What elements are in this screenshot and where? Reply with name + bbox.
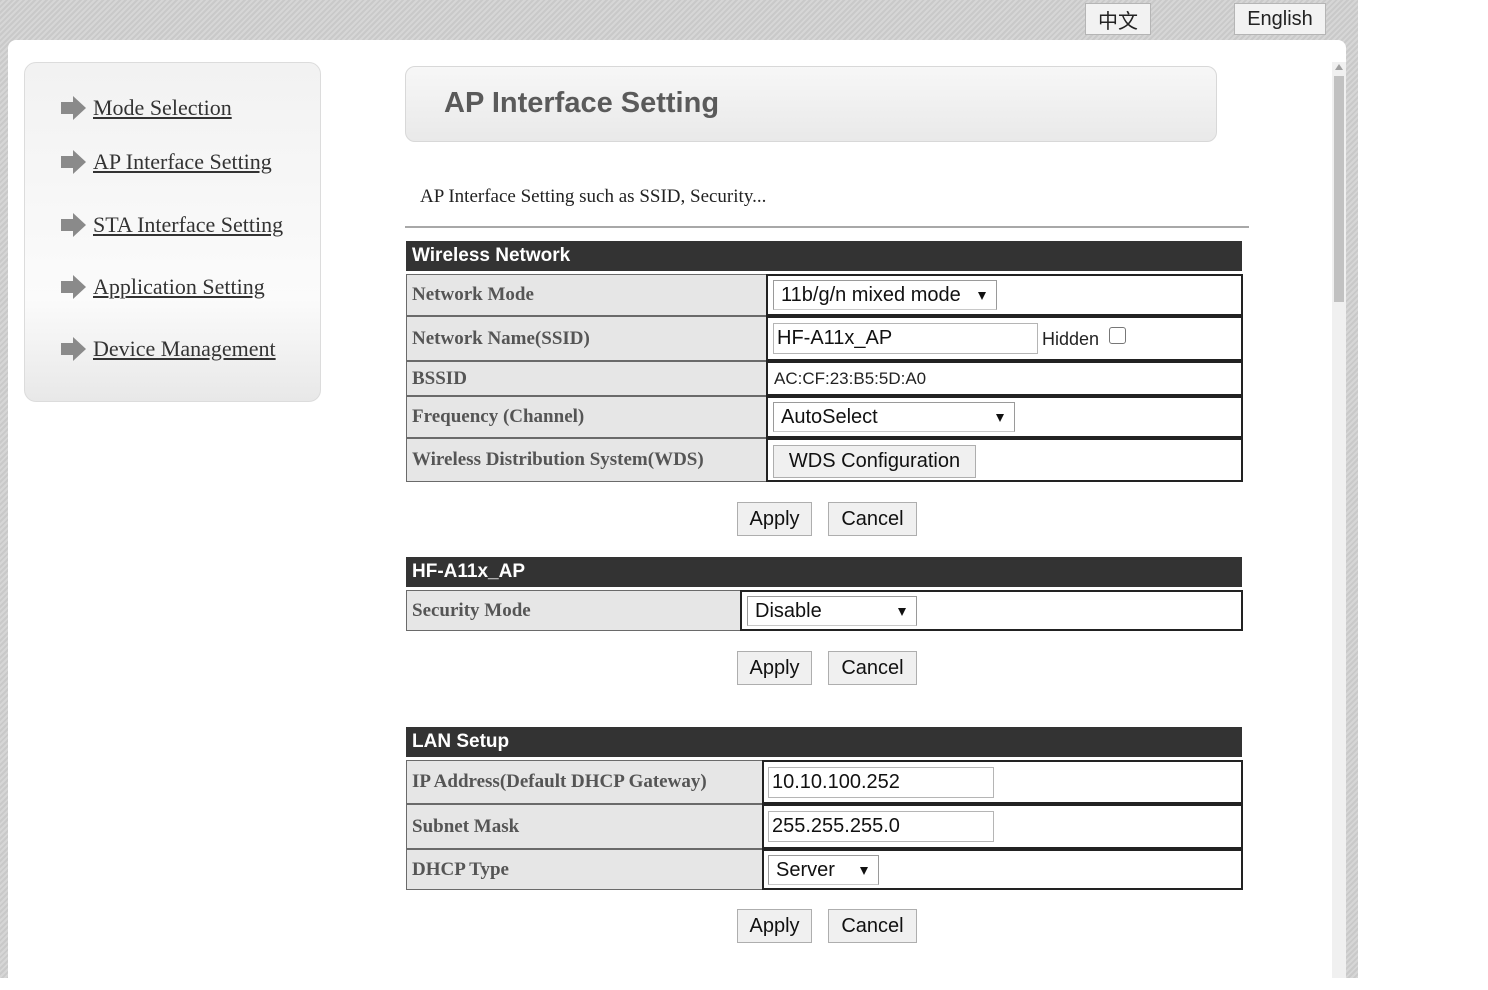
chevron-down-icon xyxy=(860,867,868,875)
sidebar-item-label: Mode Selection xyxy=(93,95,232,120)
section-header-wireless: Wireless Network xyxy=(406,241,1242,271)
row-network-mode: Network Mode 11b/g/n mixed mode xyxy=(406,274,1243,316)
sidebar-item-sta-interface-setting[interactable]: STA Interface Setting xyxy=(61,212,283,238)
row-ssid: Network Name(SSID) HF-A11x_AP Hidden xyxy=(406,316,1243,361)
hidden-label: Hidden xyxy=(1042,329,1100,349)
scrollbar-thumb[interactable] xyxy=(1334,76,1344,302)
section-header-lan: LAN Setup xyxy=(406,727,1242,757)
network-mode-cell: 11b/g/n mixed mode xyxy=(766,274,1243,316)
wds-label: Wireless Distribution System(WDS) xyxy=(406,438,768,482)
sidebar-item-label: Device Management xyxy=(93,336,276,361)
security-mode-cell: Disable xyxy=(740,590,1243,631)
frequency-select[interactable]: AutoSelect xyxy=(773,402,1015,432)
security-mode-select[interactable]: Disable xyxy=(747,596,917,626)
cancel-button[interactable]: Cancel xyxy=(828,651,917,685)
subnet-mask-cell: 255.255.255.0 xyxy=(762,804,1243,849)
ssid-input[interactable]: HF-A11x_AP xyxy=(773,323,1038,354)
apply-button[interactable]: Apply xyxy=(737,651,812,685)
page-description: AP Interface Setting such as SSID, Secur… xyxy=(420,186,767,207)
row-bssid: BSSID AC:CF:23:B5:5D:A0 xyxy=(406,361,1243,396)
chevron-down-icon xyxy=(996,414,1004,422)
arrow-right-icon xyxy=(61,213,87,237)
sidebar-item-label: STA Interface Setting xyxy=(93,212,284,237)
security-mode-label: Security Mode xyxy=(406,590,742,631)
row-ip-address: IP Address(Default DHCP Gateway) 10.10.1… xyxy=(406,760,1243,804)
frequency-value: AutoSelect xyxy=(781,405,878,428)
bssid-value: AC:CF:23:B5:5D:A0 xyxy=(774,369,927,388)
dhcp-type-cell: Server xyxy=(762,849,1243,890)
row-frequency: Frequency (Channel) AutoSelect xyxy=(406,396,1243,438)
ssid-cell: HF-A11x_AP Hidden xyxy=(766,316,1243,361)
lang-chinese-button[interactable]: 中文 xyxy=(1085,3,1151,35)
cancel-button[interactable]: Cancel xyxy=(828,502,917,536)
apply-button[interactable]: Apply xyxy=(737,502,812,536)
ip-address-cell: 10.10.100.252 xyxy=(762,760,1243,804)
subnet-mask-label: Subnet Mask xyxy=(406,804,764,849)
arrow-right-icon xyxy=(61,337,87,361)
sidebar-item-label: Application Setting xyxy=(93,274,265,299)
row-security-mode: Security Mode Disable xyxy=(406,590,1243,631)
row-dhcp-type: DHCP Type Server xyxy=(406,849,1243,890)
sidebar-item-mode-selection[interactable]: Mode Selection xyxy=(61,95,232,121)
subnet-mask-input[interactable]: 255.255.255.0 xyxy=(768,811,994,842)
sidebar-nav: Mode Selection AP Interface Setting STA … xyxy=(24,62,321,402)
dhcp-type-label: DHCP Type xyxy=(406,849,764,890)
network-mode-select[interactable]: 11b/g/n mixed mode xyxy=(773,280,997,310)
page-title: AP Interface Setting xyxy=(444,87,720,119)
scroll-up-arrow-icon[interactable] xyxy=(1335,64,1343,70)
sidebar-item-label: AP Interface Setting xyxy=(93,149,272,174)
ip-address-label: IP Address(Default DHCP Gateway) xyxy=(406,760,764,804)
row-subnet-mask: Subnet Mask 255.255.255.0 xyxy=(406,804,1243,849)
hidden-checkbox[interactable] xyxy=(1109,327,1126,344)
dhcp-type-value: Server xyxy=(776,858,835,881)
sidebar-item-ap-interface-setting[interactable]: AP Interface Setting xyxy=(61,149,272,175)
bssid-label: BSSID xyxy=(406,361,768,396)
sidebar-item-application-setting[interactable]: Application Setting xyxy=(61,274,265,300)
arrow-right-icon xyxy=(61,96,87,120)
bssid-cell: AC:CF:23:B5:5D:A0 xyxy=(766,361,1243,396)
page-title-box: AP Interface Setting xyxy=(405,66,1217,142)
chevron-down-icon xyxy=(978,292,986,300)
apply-button[interactable]: Apply xyxy=(737,909,812,943)
network-mode-value: 11b/g/n mixed mode xyxy=(781,283,961,306)
dhcp-type-select[interactable]: Server xyxy=(768,855,879,885)
vertical-scrollbar[interactable] xyxy=(1332,62,1346,978)
arrow-right-icon xyxy=(61,150,87,174)
section-header-security: HF-A11x_AP xyxy=(406,557,1242,587)
row-wds: Wireless Distribution System(WDS) WDS Co… xyxy=(406,438,1243,482)
security-mode-value: Disable xyxy=(755,599,822,622)
sidebar-item-device-management[interactable]: Device Management xyxy=(61,336,276,362)
ssid-label: Network Name(SSID) xyxy=(406,316,768,361)
chevron-down-icon xyxy=(898,608,906,616)
lang-english-button[interactable]: English xyxy=(1234,3,1326,35)
frequency-cell: AutoSelect xyxy=(766,396,1243,438)
wds-configuration-button[interactable]: WDS Configuration xyxy=(773,445,976,478)
divider xyxy=(405,226,1249,228)
ip-address-input[interactable]: 10.10.100.252 xyxy=(768,767,994,798)
cancel-button[interactable]: Cancel xyxy=(828,909,917,943)
arrow-right-icon xyxy=(61,275,87,299)
network-mode-label: Network Mode xyxy=(406,274,768,316)
frequency-label: Frequency (Channel) xyxy=(406,396,768,438)
wds-cell: WDS Configuration xyxy=(766,438,1243,482)
